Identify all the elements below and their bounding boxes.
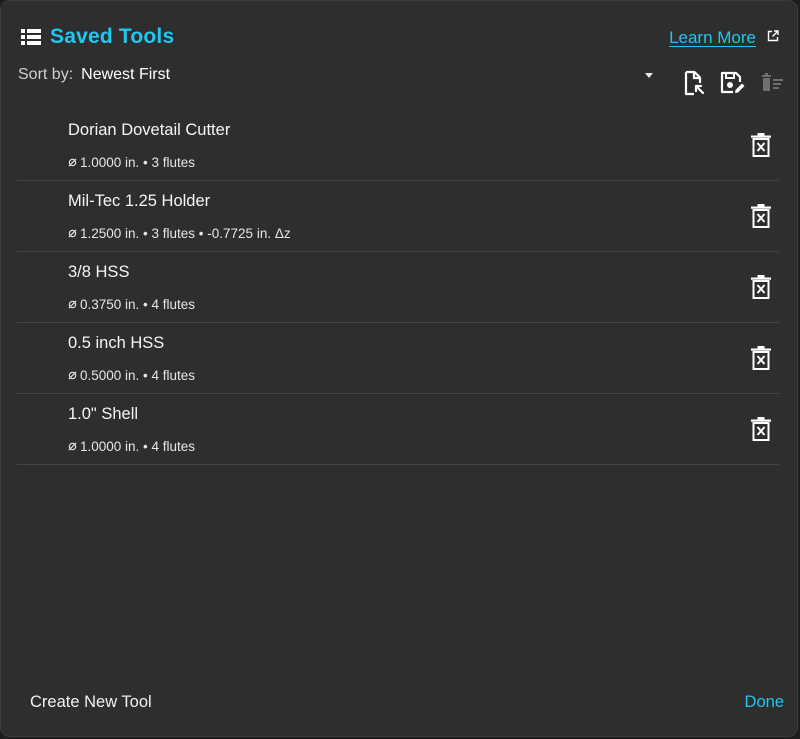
toolbar — [668, 69, 785, 97]
tool-meta-text: 0.3750 in. • 4 flutes — [80, 297, 196, 312]
tool-meta: 0.3750 in. • 4 flutes — [68, 297, 195, 312]
load-tool-file-button[interactable] — [679, 69, 707, 97]
sort-label: Sort by: — [18, 66, 74, 83]
tool-meta-text: 1.2500 in. • 3 flutes • -0.7725 in. Δz — [80, 226, 291, 241]
sort-row: Sort by: Newest First — [18, 66, 658, 84]
create-new-tool-button[interactable]: Create New Tool — [30, 693, 152, 712]
diameter-icon — [68, 229, 77, 238]
delete-all-button[interactable] — [757, 69, 785, 97]
sort-selected-value: Newest First — [81, 66, 171, 83]
chevron-down-icon — [645, 72, 653, 78]
tool-meta-text: 0.5000 in. • 4 flutes — [80, 368, 196, 383]
tool-meta: 1.0000 in. • 3 flutes — [68, 155, 195, 170]
sort-dropdown[interactable]: Newest First — [81, 66, 658, 84]
trash-x-icon — [751, 133, 771, 157]
saved-tools-dialog: Saved Tools Learn More Sort by: Newest F… — [0, 0, 798, 737]
trash-x-icon — [751, 204, 771, 228]
load-file-icon — [684, 70, 705, 96]
tool-name: 0.5 inch HSS — [68, 334, 165, 352]
tool-meta-text: 1.0000 in. • 4 flutes — [80, 439, 196, 454]
list-item[interactable]: Mil-Tec 1.25 Holder 1.2500 in. • 3 flute… — [17, 181, 779, 252]
delete-tool-button[interactable] — [749, 274, 773, 300]
delete-tool-button[interactable] — [749, 345, 773, 371]
learn-more-label: Learn More — [669, 28, 756, 47]
tool-meta-text: 1.0000 in. • 3 flutes — [80, 155, 196, 170]
diameter-icon — [68, 371, 77, 380]
delete-tool-button[interactable] — [749, 132, 773, 158]
tool-name: 1.0" Shell — [68, 405, 139, 423]
trash-x-icon — [751, 275, 771, 299]
page-title: Saved Tools — [50, 25, 175, 48]
tool-name: 3/8 HSS — [68, 263, 130, 281]
diameter-icon — [68, 442, 77, 451]
list-icon — [21, 29, 41, 45]
delete-tool-button[interactable] — [749, 416, 773, 442]
trash-x-icon — [751, 417, 771, 441]
tool-name: Dorian Dovetail Cutter — [68, 121, 231, 139]
save-edit-icon — [720, 71, 745, 94]
diameter-icon — [68, 300, 77, 309]
delete-tool-button[interactable] — [749, 203, 773, 229]
diameter-icon — [68, 158, 77, 167]
list-item[interactable]: 3/8 HSS 0.3750 in. • 4 flutes — [17, 252, 779, 323]
tool-meta: 0.5000 in. • 4 flutes — [68, 368, 195, 383]
learn-more-link[interactable]: Learn More — [669, 28, 779, 48]
list-item[interactable]: Dorian Dovetail Cutter 1.0000 in. • 3 fl… — [17, 110, 779, 181]
tool-name: Mil-Tec 1.25 Holder — [68, 192, 211, 210]
tool-list: Dorian Dovetail Cutter 1.0000 in. • 3 fl… — [17, 110, 779, 465]
list-item[interactable]: 0.5 inch HSS 0.5000 in. • 4 flutes — [17, 323, 779, 394]
delete-all-icon — [762, 73, 783, 91]
done-button[interactable]: Done — [745, 693, 784, 712]
trash-x-icon — [751, 346, 771, 370]
external-link-icon — [767, 30, 779, 42]
tool-meta: 1.0000 in. • 4 flutes — [68, 439, 195, 454]
save-edit-button[interactable] — [718, 69, 746, 97]
dialog-header: Saved Tools — [21, 25, 174, 49]
tool-meta: 1.2500 in. • 3 flutes • -0.7725 in. Δz — [68, 226, 291, 241]
list-item[interactable]: 1.0" Shell 1.0000 in. • 4 flutes — [17, 394, 779, 465]
